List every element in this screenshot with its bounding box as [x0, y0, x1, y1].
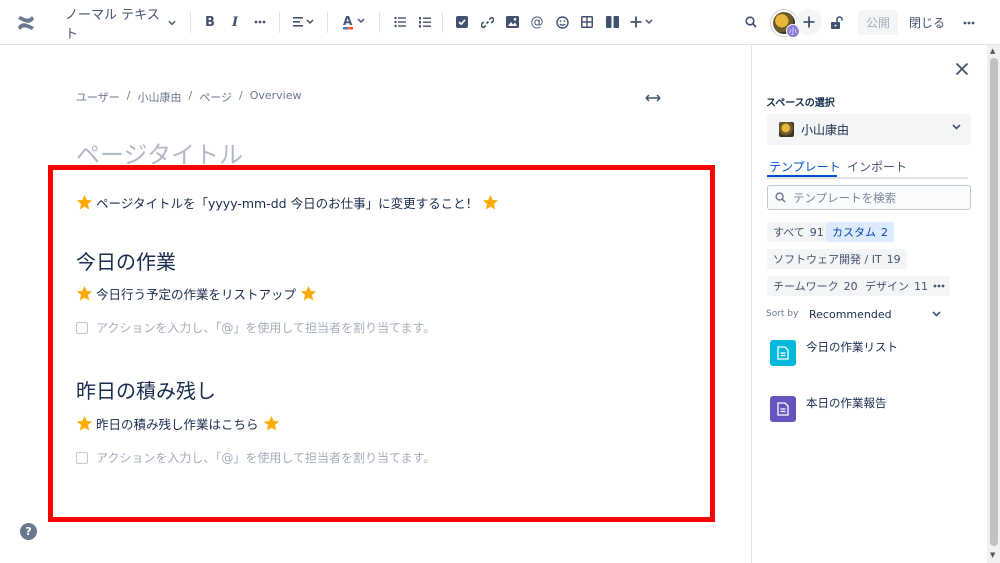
- help-icon[interactable]: ?: [20, 523, 37, 540]
- breadcrumb-item[interactable]: Overview: [250, 89, 302, 105]
- category-chip-all[interactable]: すべて 91: [767, 222, 830, 242]
- bullet-list-icon[interactable]: [392, 7, 408, 37]
- chip-label: デザイン: [865, 280, 909, 293]
- chip-count: 2: [881, 225, 888, 239]
- section-note: 昨日の積み残し作業はこちら: [76, 414, 280, 433]
- toolbar-divider: [279, 12, 280, 33]
- highlight-annotation-box: [48, 165, 715, 522]
- table-icon[interactable]: [579, 7, 595, 37]
- template-page-icon[interactable]: [770, 340, 796, 366]
- toolbar-divider: [327, 12, 328, 33]
- scroll-down-icon[interactable]: ▼: [990, 551, 995, 559]
- chip-count: 20: [843, 279, 858, 293]
- link-icon[interactable]: [479, 7, 495, 37]
- chevron-down-icon[interactable]: [932, 311, 941, 317]
- star-icon: [300, 285, 317, 301]
- more-options-icon[interactable]: [960, 8, 978, 38]
- task-checkbox[interactable]: [76, 321, 88, 334]
- toolbar-divider: [442, 12, 443, 33]
- checkbox-task-icon[interactable]: [454, 7, 470, 37]
- chip-label: すべて: [773, 226, 805, 239]
- numbered-list-icon[interactable]: [417, 7, 433, 37]
- task-item[interactable]: アクションを入力し、「@」を使用して担当者を割り当てます。: [76, 319, 435, 336]
- unlock-icon[interactable]: [828, 8, 846, 38]
- more-categories-icon[interactable]: [928, 276, 950, 296]
- section-note: 今日行う予定の作業をリストアップ: [76, 284, 317, 303]
- task-placeholder[interactable]: アクションを入力し、「@」を使用して担当者を割り当てます。: [96, 449, 435, 466]
- space-name: 小山康由: [801, 123, 850, 137]
- sort-by-select[interactable]: Recommended: [809, 308, 892, 321]
- svg-text:A: A: [343, 14, 353, 28]
- space-select-dropdown[interactable]: 小山康由: [767, 114, 971, 145]
- publish-button[interactable]: 公開: [858, 10, 898, 35]
- align-dropdown-icon[interactable]: [290, 7, 318, 37]
- close-icon[interactable]: [955, 61, 971, 77]
- insert-more-icon[interactable]: [628, 7, 656, 37]
- chevron-down-icon: [168, 20, 176, 26]
- close-editor-button[interactable]: 閉じる: [904, 10, 950, 35]
- section-heading: 今日の作業: [76, 250, 176, 274]
- category-chip-custom[interactable]: カスタム 2: [826, 222, 894, 242]
- tab-import[interactable]: インポート: [847, 158, 907, 175]
- template-item-name[interactable]: 今日の作業リスト: [806, 339, 898, 355]
- star-icon: [76, 415, 93, 431]
- search-icon[interactable]: [742, 7, 760, 37]
- active-tab-indicator: [767, 175, 837, 177]
- search-placeholder: テンプレートを検索: [793, 190, 897, 205]
- section-note-text: 今日行う予定の作業をリストアップ: [96, 287, 297, 302]
- breadcrumb: ユーザー / 小山康由 / ページ / Overview: [76, 89, 302, 105]
- chip-label: カスタム: [832, 226, 876, 239]
- section-heading: 昨日の積み残し: [76, 379, 216, 403]
- space-select-label: スペースの選択: [766, 98, 835, 109]
- expand-width-icon[interactable]: [645, 88, 665, 104]
- italic-icon[interactable]: I: [227, 7, 243, 37]
- emoji-icon[interactable]: [554, 7, 570, 37]
- chip-count: 91: [809, 225, 824, 239]
- chip-label: チームワーク: [773, 280, 839, 293]
- section-note-text: 昨日の積み残し作業はこちら: [96, 417, 259, 432]
- text-style-dropdown[interactable]: ノーマル テキスト: [60, 8, 176, 42]
- breadcrumb-item[interactable]: ページ: [199, 89, 232, 105]
- bold-icon[interactable]: B: [202, 7, 218, 37]
- chevron-down-icon: [952, 124, 961, 130]
- star-icon: [76, 285, 93, 301]
- image-icon[interactable]: [504, 7, 520, 37]
- invite-plus-icon[interactable]: [796, 9, 822, 35]
- star-icon: [263, 415, 279, 431]
- mention-icon[interactable]: @: [529, 7, 545, 37]
- template-item-name[interactable]: 本日の作業報告: [806, 395, 887, 411]
- category-chip-design[interactable]: デザイン 11: [859, 276, 934, 296]
- layout-columns-icon[interactable]: [604, 7, 620, 37]
- space-avatar: [779, 122, 794, 137]
- scrollbar-thumb[interactable]: [990, 58, 998, 546]
- breadcrumb-item[interactable]: ユーザー: [76, 89, 120, 105]
- star-icon: [482, 194, 499, 210]
- category-chip-software[interactable]: ソフトウェア開発 / IT 19: [767, 249, 907, 269]
- star-icon: [76, 194, 93, 210]
- breadcrumb-item[interactable]: 小山康由: [138, 89, 182, 105]
- chip-label: ソフトウェア開発 / IT: [773, 253, 882, 266]
- tab-templates[interactable]: テンプレート: [769, 158, 841, 175]
- chip-count: 19: [886, 252, 901, 266]
- text-color-icon[interactable]: A: [340, 7, 368, 37]
- template-search-input[interactable]: テンプレートを検索: [767, 185, 971, 210]
- more-formatting-icon[interactable]: [251, 7, 269, 37]
- toolbar-divider: [190, 12, 191, 33]
- editor-toolbar: ノーマル テキスト B I A @: [0, 0, 1000, 45]
- scroll-up-icon[interactable]: ▲: [990, 47, 995, 55]
- category-chip-teamwork[interactable]: チームワーク 20: [767, 276, 864, 296]
- intro-line: ページタイトルを「yyyy-mm-dd 今日のお仕事」に変更すること！: [76, 193, 499, 212]
- task-item[interactable]: アクションを入力し、「@」を使用して担当者を割り当てます。: [76, 449, 435, 466]
- intro-text: ページタイトルを「yyyy-mm-dd 今日のお仕事」に変更すること！: [96, 196, 479, 211]
- confluence-logo-icon[interactable]: [14, 8, 38, 38]
- chip-count: 11: [914, 279, 928, 293]
- text-style-label: ノーマル テキスト: [65, 8, 160, 42]
- panel-tabs: テンプレート インポート: [767, 157, 968, 179]
- toolbar-divider: [379, 12, 380, 33]
- search-icon: [775, 192, 786, 203]
- template-page-icon[interactable]: [770, 396, 796, 422]
- sort-by-label: Sort by: [766, 309, 799, 319]
- task-placeholder[interactable]: アクションを入力し、「@」を使用して担当者を割り当てます。: [96, 319, 435, 336]
- task-checkbox[interactable]: [76, 451, 88, 464]
